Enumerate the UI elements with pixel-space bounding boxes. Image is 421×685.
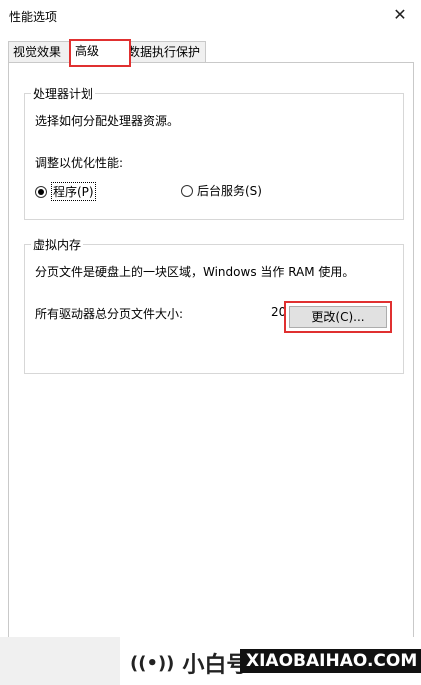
radio-programs-indicator [35,185,47,198]
tab-data-execution-prevention[interactable]: 数据执行保护 [123,41,206,62]
tab-advanced[interactable]: 高级 [69,39,131,67]
virtual-memory-group-label: 虚拟内存 [31,236,84,253]
radio-services-label: 后台服务(S) [197,184,262,198]
processor-description: 选择如何分配处理器资源。 [35,114,180,128]
total-paging-file-label: 所有驱动器总分页文件大小: [35,307,184,321]
advanced-panel: 处理器计划 选择如何分配处理器资源。 调整以优化性能: 程序(P) 后台服务(S… [8,62,414,639]
radio-services-indicator [181,184,193,197]
adjust-performance-label: 调整以优化性能: [35,156,124,170]
change-button-label: 更改(C)... [289,306,387,328]
watermark-brand: ((•)) 小白号 [130,647,248,679]
processor-scheduling-group: 处理器计划 选择如何分配处理器资源。 调整以优化性能: 程序(P) 后台服务(S… [24,85,404,220]
watermark-banner: ((•)) 小白号 XIAOBAIHAO.COM [0,637,421,685]
radio-programs[interactable]: 程序(P) [35,182,96,201]
broadcast-icon: ((•)) [130,652,175,674]
window-title: 性能选项 [9,10,58,24]
watermark-banner-gray [0,637,120,685]
processor-group-label: 处理器计划 [31,85,96,102]
tab-visual-effects[interactable]: 视觉效果 [8,41,74,62]
title-bar: 性能选项 ✕ [0,0,421,31]
radio-programs-label: 程序(P) [51,182,96,201]
watermark-brand-text: 小白号 [182,653,249,678]
close-icon[interactable]: ✕ [389,5,411,25]
virtual-memory-description: 分页文件是硬盘上的一块区域，Windows 当作 RAM 使用。 [35,265,355,279]
change-button[interactable]: 更改(C)... [284,301,392,333]
radio-background-services[interactable]: 后台服务(S) [181,182,262,199]
watermark-domain: XIAOBAIHAO.COM [240,649,421,673]
